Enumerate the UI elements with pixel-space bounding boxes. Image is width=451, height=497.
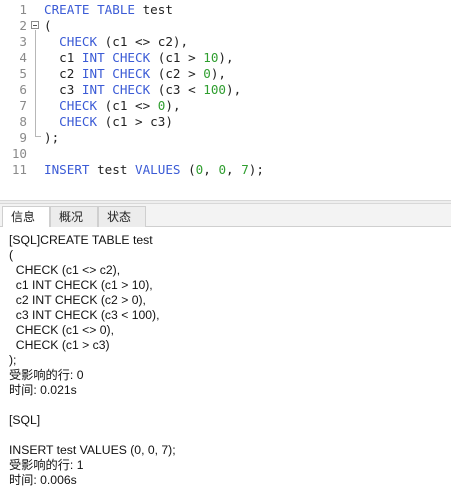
sql-text: ), (165, 98, 181, 113)
output-line: INSERT test VALUES (0, 0, 7); (9, 443, 176, 457)
code-text: c3 INT CHECK (c3 < 100), (44, 82, 241, 98)
output-line: 时间: 0.006s (9, 473, 77, 487)
sql-number: 7 (241, 162, 249, 177)
output-line: c1 INT CHECK (c1 > 10), (9, 278, 153, 292)
sql-text: c3 (44, 82, 82, 97)
sql-text: test (89, 162, 135, 177)
message-output[interactable]: [SQL]CREATE TABLE test( CHECK (c1 <> c2)… (0, 227, 451, 497)
sql-number: 0 (203, 66, 211, 81)
result-tab-bar: 信息 概况 状态 (0, 204, 451, 228)
sql-text: test (135, 2, 173, 17)
line-number: 4 (19, 50, 27, 65)
sql-keyword: CREATE TABLE (44, 2, 135, 17)
sql-keyword: INT CHECK (81, 82, 151, 97)
sql-number: 0 (218, 162, 227, 177)
code-line[interactable]: 10 (0, 146, 451, 162)
sql-text: ), (218, 50, 234, 65)
sql-keyword: INSERT (44, 162, 90, 177)
line-number: 11 (11, 162, 27, 177)
sql-number: 100 (203, 82, 226, 97)
output-line: [SQL] (9, 413, 41, 427)
tab-message[interactable]: 信息 (2, 206, 50, 228)
code-line[interactable]: 6 c3 INT CHECK (c3 < 100), (0, 82, 451, 98)
sql-keyword: VALUES (135, 162, 181, 177)
sql-text: ); (248, 162, 264, 177)
sql-text: , (226, 162, 242, 177)
code-text: INSERT test VALUES (0, 0, 7); (44, 162, 264, 178)
sql-text: (c1 <> (97, 98, 158, 113)
code-text: c2 INT CHECK (c2 > 0), (44, 66, 226, 82)
output-line: 受影响的行: 0 (9, 368, 84, 382)
sql-keyword: CHECK (59, 114, 98, 129)
output-line: c3 INT CHECK (c3 < 100), (9, 308, 160, 322)
sql-keyword: INT CHECK (81, 50, 151, 65)
output-line: ); (9, 353, 17, 367)
code-text: ); (44, 130, 59, 146)
code-line[interactable]: 1 CREATE TABLE test (0, 2, 451, 18)
sql-text: c1 (44, 50, 82, 65)
line-number: 5 (19, 66, 27, 81)
sql-editor[interactable]: 1 CREATE TABLE test 2(3 CHECK (c1 <> c2), 4… (0, 0, 451, 200)
sql-keyword: CHECK (59, 34, 98, 49)
line-number: 7 (19, 98, 27, 113)
sql-text: (c1 > (150, 50, 204, 65)
code-line[interactable]: 4 c1 INT CHECK (c1 > 10), (0, 50, 451, 66)
sql-text: (c2 > (150, 66, 204, 81)
sql-text: (c3 < (150, 82, 204, 97)
sql-text: (c1 > c3) (97, 114, 173, 129)
code-text: CHECK (c1 <> 0), (44, 98, 181, 114)
sql-text: ), (210, 66, 227, 81)
code-text: c1 INT CHECK (c1 > 10), (44, 50, 234, 66)
sql-text: ); (44, 130, 60, 145)
line-number: 10 (11, 146, 27, 161)
tab-status[interactable]: 状态 (98, 206, 146, 227)
output-line: [SQL]CREATE TABLE test (9, 233, 153, 247)
sql-keyword: CHECK (59, 98, 98, 113)
code-line[interactable]: 8 CHECK (c1 > c3) (0, 114, 451, 130)
sql-text: ( (44, 18, 52, 33)
sql-text: ( (180, 162, 196, 177)
code-line[interactable]: 7 CHECK (c1 <> 0), (0, 98, 451, 114)
output-line: 受影响的行: 1 (9, 458, 84, 472)
line-number: 6 (19, 82, 27, 97)
code-line[interactable]: 5 c2 INT CHECK (c2 > 0), (0, 66, 451, 82)
line-number: 2 (19, 18, 27, 33)
code-line[interactable]: 11 INSERT test VALUES (0, 0, 7); (0, 162, 451, 178)
sql-text: ), (226, 82, 242, 97)
line-number: 1 (19, 2, 27, 17)
output-line: CHECK (c1 <> 0), (9, 323, 114, 337)
code-line[interactable]: 9); (0, 130, 451, 146)
tab-profile[interactable]: 概况 (50, 206, 98, 227)
sql-keyword: INT CHECK (81, 66, 151, 81)
sql-text: (c1 <> c2), (97, 34, 189, 49)
code-line[interactable]: 3 CHECK (c1 <> c2), (0, 34, 451, 50)
code-text: CHECK (c1 > c3) (44, 114, 173, 130)
output-line: CHECK (c1 > c3) (9, 338, 110, 352)
sql-text: c2 (44, 66, 82, 81)
line-number: 9 (19, 130, 27, 145)
output-line: ( (9, 248, 14, 262)
code-text: CREATE TABLE test (44, 2, 173, 18)
output-line: CHECK (c1 <> c2), (9, 263, 121, 277)
line-number: 3 (19, 34, 27, 49)
sql-number: 10 (203, 50, 219, 65)
code-line[interactable]: 2( (0, 18, 451, 34)
code-text: CHECK (c1 <> c2), (44, 34, 188, 50)
output-line: 时间: 0.021s (9, 383, 77, 397)
line-number: 8 (19, 114, 27, 129)
code-text: ( (44, 18, 52, 34)
sql-text: , (203, 162, 219, 177)
output-line: c2 INT CHECK (c2 > 0), (9, 293, 146, 307)
